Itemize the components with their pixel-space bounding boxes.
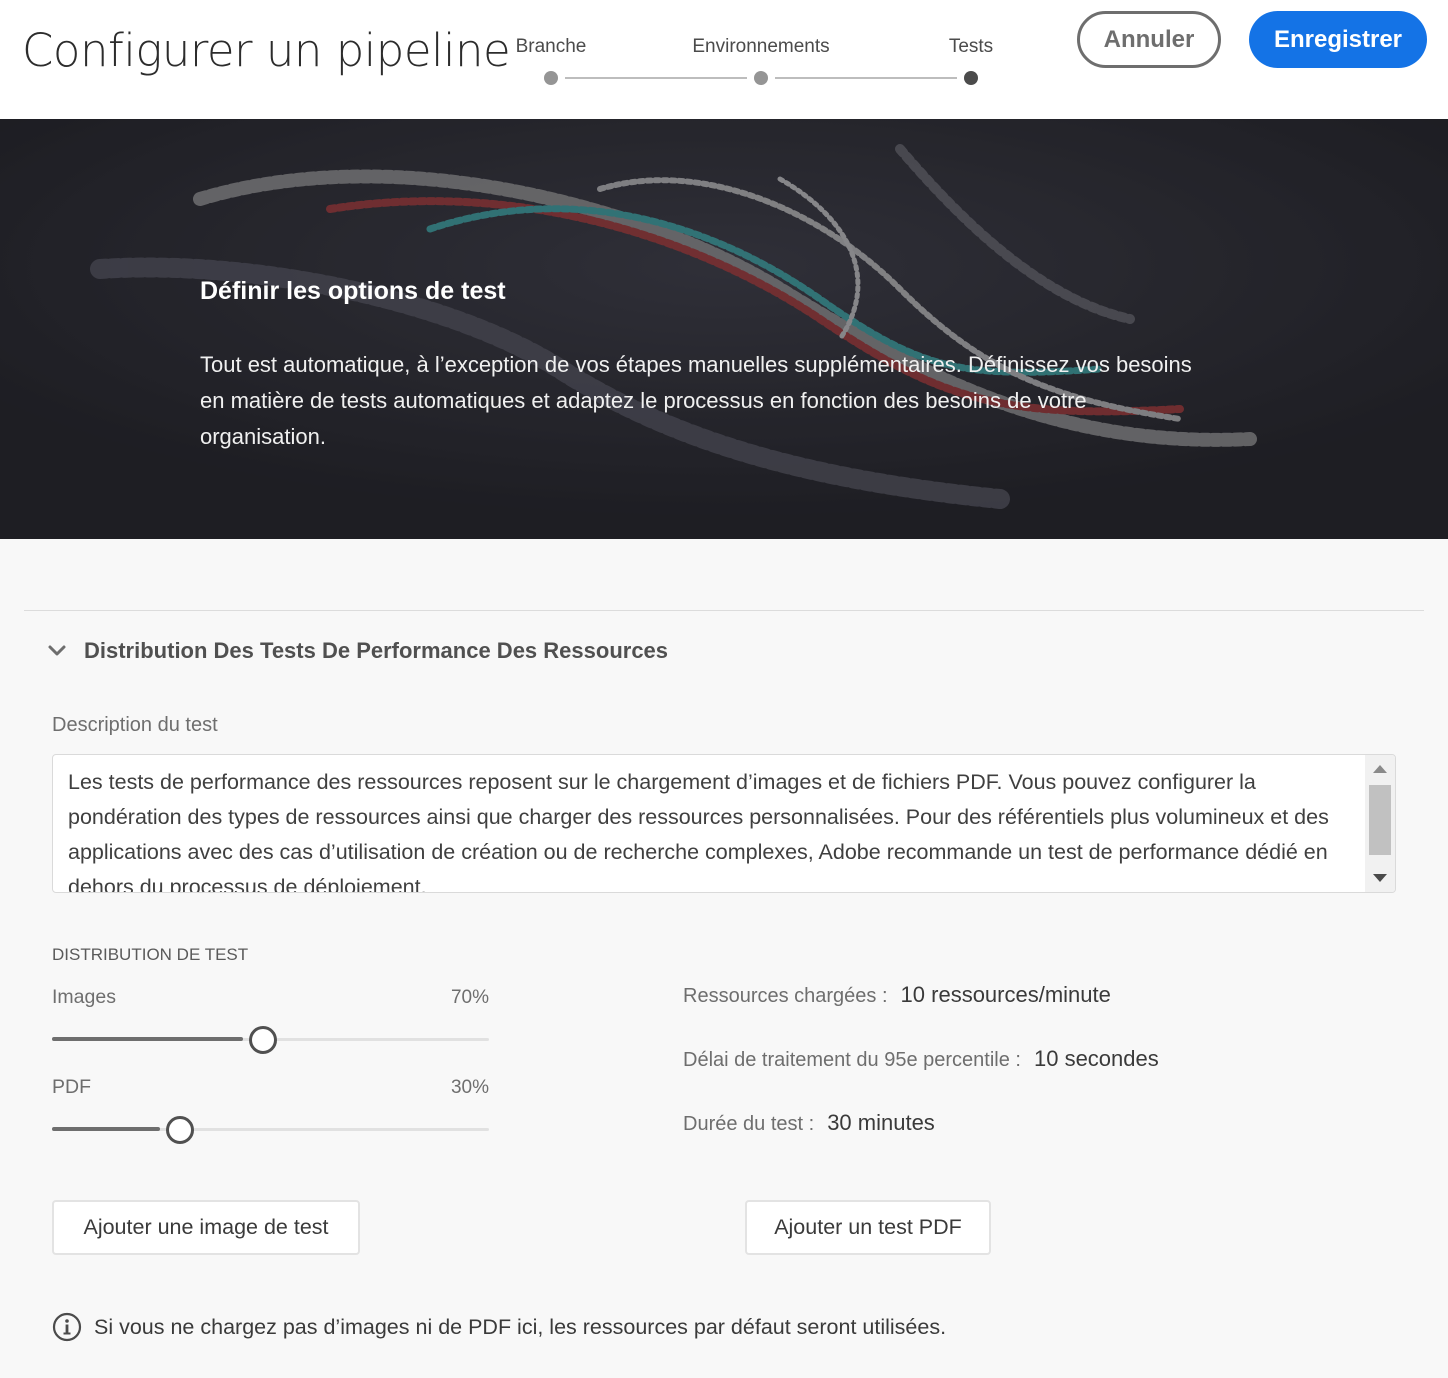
stepper: Branche Environnements Tests [500,34,1020,94]
images-slider[interactable] [52,1024,489,1054]
cancel-button[interactable]: Annuler [1077,11,1221,68]
step-dot-branche[interactable] [544,71,558,85]
slider-thumb[interactable] [166,1116,194,1144]
accordion-title: Distribution Des Tests De Performance De… [84,638,669,663]
stat-label: Délai de traitement du 95e percentile : [683,1049,1021,1071]
step-dot-tests[interactable] [964,71,978,85]
hero-banner: Définir les options de test Tout est aut… [0,119,1448,539]
slider-fill [52,1127,160,1131]
page-header: Configurer un pipeline Branche Environne… [0,0,1448,119]
hero-background-image [0,119,1448,539]
pdf-slider-label: PDF [52,1076,91,1098]
images-slider-value: 70% [450,987,489,1008]
accordion-header[interactable]: Distribution Des Tests De Performance De… [44,632,668,670]
stat-label: Durée du test : [683,1113,815,1135]
scroll-down-arrow-icon[interactable] [1373,874,1387,882]
hero-description: Tout est automatique, à l’exception de v… [200,352,1192,449]
description-label: Description du test [52,714,218,736]
info-message: Si vous ne chargez pas d’images ni de PD… [52,1312,946,1342]
images-slider-label: Images [52,986,116,1008]
add-test-image-button[interactable]: Ajouter une image de test [52,1200,360,1255]
page-title: Configurer un pipeline [22,24,511,77]
pdf-slider[interactable] [52,1114,489,1144]
scroll-thumb[interactable] [1369,785,1391,855]
stat-value: 10 secondes [1033,1046,1159,1071]
step-label-branche: Branche [515,36,587,57]
stat-value: 30 minutes [827,1110,935,1135]
pdf-slider-value: 30% [450,1077,489,1098]
slider-fill [52,1037,243,1041]
stat-processing-delay: Délai de traitement du 95e percentile : … [683,1046,1159,1072]
step-label-environnements: Environnements [692,36,830,57]
stat-test-duration: Durée du test : 30 minutes [683,1110,935,1136]
save-button[interactable]: Enregistrer [1249,11,1427,68]
description-textarea[interactable]: Les tests de performance des ressources … [52,754,1396,893]
chevron-down-icon[interactable] [44,638,70,664]
distribution-title: DISTRIBUTION DE TEST [52,945,249,964]
step-connector [565,77,747,79]
step-dot-environnements[interactable] [754,71,768,85]
textarea-scrollbar[interactable] [1365,755,1395,892]
hero-title: Définir les options de test [200,277,506,305]
scroll-up-arrow-icon[interactable] [1373,765,1387,773]
add-test-pdf-button[interactable]: Ajouter un test PDF [745,1200,991,1255]
info-text: Si vous ne chargez pas d’images ni de PD… [94,1314,947,1339]
step-connector [775,77,957,79]
section-divider [24,610,1424,611]
stat-label: Ressources chargées : [683,985,888,1007]
info-icon [52,1312,82,1342]
stat-loaded-resources: Ressources chargées : 10 ressources/minu… [683,982,1111,1008]
description-text: Les tests de performance des ressources … [68,770,1329,893]
slider-thumb[interactable] [249,1026,277,1054]
stat-value: 10 ressources/minute [900,982,1111,1007]
step-label-tests: Tests [948,36,994,57]
